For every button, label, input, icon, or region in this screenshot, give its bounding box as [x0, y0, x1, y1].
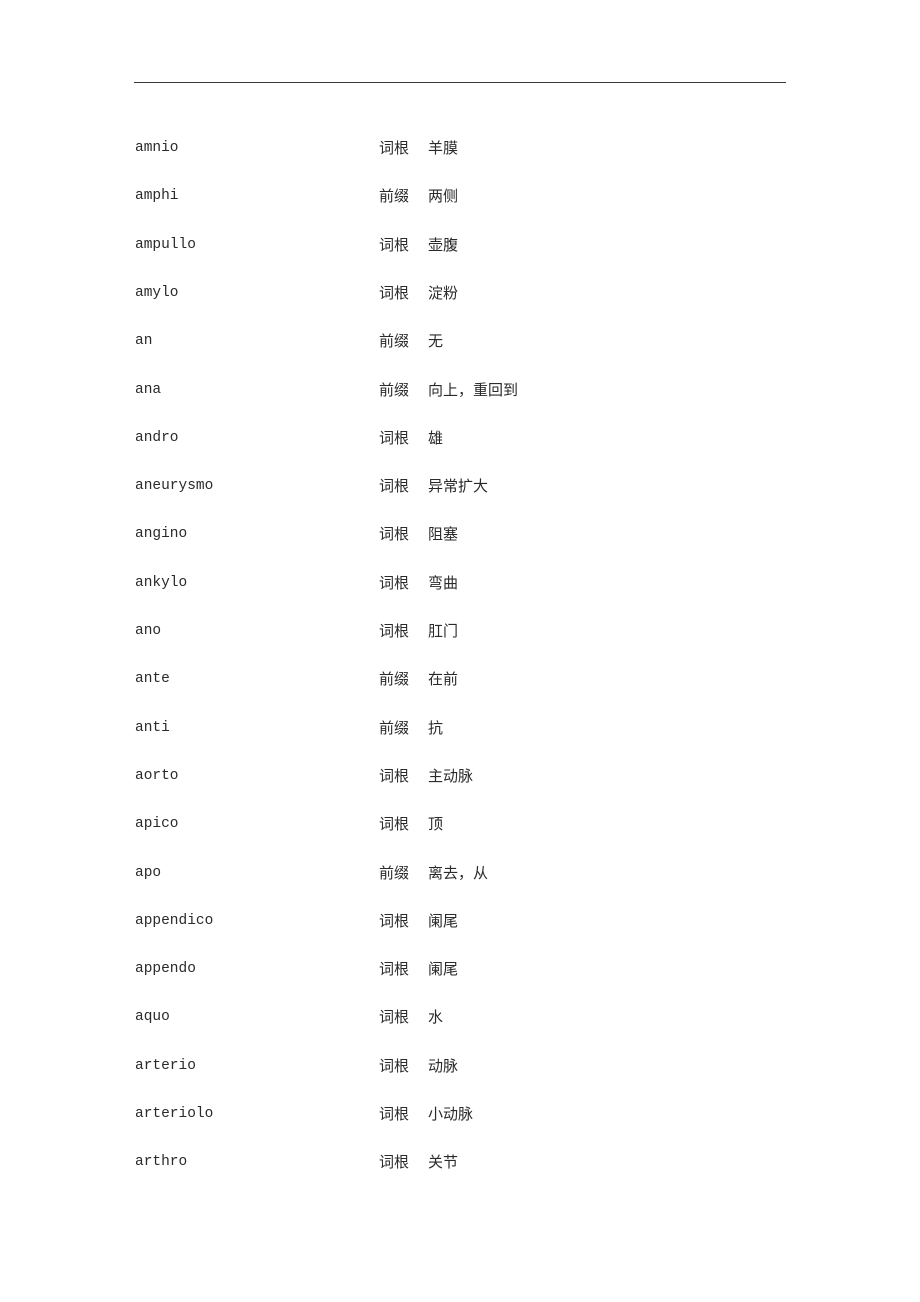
- entry-kind: 词根: [379, 525, 410, 544]
- list-item: ankylo 词根 弯曲: [0, 572, 920, 594]
- entry-kind: 词根: [379, 815, 410, 834]
- entry-term: apico: [135, 816, 179, 833]
- entry-term: angino: [135, 526, 188, 543]
- entry-term: ante: [135, 671, 170, 688]
- entry-meaning: 主动脉: [428, 766, 474, 785]
- list-item: angino 词根 阻塞: [0, 523, 920, 545]
- entry-kind: 词根: [379, 573, 410, 592]
- entry-kind: 词根: [379, 766, 410, 785]
- entry-term: amphi: [135, 188, 179, 205]
- entry-meaning: 无: [428, 332, 444, 351]
- entry-kind: 词根: [379, 283, 410, 302]
- entry-meaning: 阑尾: [428, 960, 459, 979]
- entry-kind: 词根: [379, 911, 410, 930]
- list-item: ante 前缀 在前: [0, 668, 920, 690]
- list-item: arteriolo 词根 小动脉: [0, 1103, 920, 1125]
- entry-kind: 词根: [379, 1153, 410, 1172]
- list-item: amphi 前缀 两侧: [0, 185, 920, 207]
- entry-kind: 词根: [379, 477, 410, 496]
- entry-meaning: 顶: [428, 815, 444, 834]
- list-item: an 前缀无: [0, 330, 920, 352]
- entry-kind: 词根: [379, 1105, 410, 1123]
- entry-meaning: 雄: [428, 428, 444, 447]
- entry-kind: 词根: [379, 960, 410, 979]
- list-item: andro 词根雄: [0, 427, 920, 449]
- header-rule: [134, 82, 786, 83]
- entry-term: arterio: [135, 1057, 196, 1074]
- entry-term: anti: [135, 719, 170, 736]
- list-item: ano 词根 肛门: [0, 620, 920, 642]
- entry-kind: 词根: [379, 1008, 410, 1027]
- entry-meaning: 关节: [428, 1153, 459, 1172]
- list-item: appendo 词根 阑尾: [0, 958, 920, 980]
- list-item: anti 前缀抗: [0, 717, 920, 739]
- entry-meaning: 离去，从: [428, 863, 489, 882]
- entry-term: arthro: [135, 1154, 188, 1171]
- entry-kind: 词根: [379, 139, 410, 157]
- entry-term: an: [135, 333, 153, 350]
- entry-kind: 前缀: [379, 863, 410, 882]
- entry-kind: 词根: [379, 235, 410, 254]
- entry-meaning: 小动脉: [428, 1105, 474, 1123]
- entry-term: aneurysmo: [135, 478, 214, 495]
- entry-meaning: 羊膜: [428, 139, 459, 157]
- entry-meaning: 水: [428, 1008, 444, 1027]
- entry-kind: 词根: [379, 428, 410, 447]
- list-item: arthro 词根 关节: [0, 1151, 920, 1173]
- entry-meaning: 肛门: [428, 622, 459, 640]
- entry-meaning: 抗: [428, 718, 444, 737]
- entry-term: appendico: [135, 912, 214, 929]
- list-item: apico 词根顶: [0, 813, 920, 835]
- list-item: amnio 词根 羊膜: [0, 137, 920, 159]
- entry-kind: 词根: [379, 1056, 410, 1075]
- entry-meaning: 淀粉: [428, 283, 459, 302]
- entry-term: arteriolo: [135, 1106, 214, 1122]
- entry-kind: 词根: [379, 622, 410, 640]
- list-item: arterio 词根 动脉: [0, 1055, 920, 1077]
- entry-term: ana: [135, 381, 162, 398]
- entry-term: appendo: [135, 961, 196, 978]
- list-item: aquo 词根水: [0, 1006, 920, 1028]
- entry-kind: 前缀: [379, 187, 410, 206]
- entry-term: apo: [135, 864, 162, 881]
- entry-meaning: 弯曲: [428, 573, 459, 592]
- list-item: amylo 词根 淀粉: [0, 282, 920, 304]
- entry-meaning: 向上，重回到: [428, 380, 519, 399]
- entry-meaning: 壶腹: [428, 235, 459, 254]
- entry-term: ampullo: [135, 236, 196, 253]
- list-item: aneurysmo 词根 异常扩大: [0, 475, 920, 497]
- entry-meaning: 在前: [428, 670, 459, 689]
- entry-meaning: 异常扩大: [428, 477, 489, 496]
- entry-meaning: 阑尾: [428, 911, 459, 930]
- list-item: ampullo 词根 壶腹: [0, 234, 920, 256]
- entry-kind: 前缀: [379, 670, 410, 689]
- entry-kind: 前缀: [379, 380, 410, 399]
- entry-term: amnio: [135, 140, 179, 156]
- list-item: ana 前缀 向上，重回到: [0, 379, 920, 401]
- entry-term: amylo: [135, 284, 179, 301]
- entry-meaning: 两侧: [428, 187, 459, 206]
- entry-kind: 前缀: [379, 718, 410, 737]
- list-item: aorto 词根 主动脉: [0, 765, 920, 787]
- entry-term: ankylo: [135, 574, 188, 591]
- entry-term: ano: [135, 623, 162, 639]
- entry-term: aorto: [135, 767, 179, 784]
- entry-term: aquo: [135, 1009, 170, 1026]
- entry-meaning: 阻塞: [428, 525, 459, 544]
- list-item: apo 前缀 离去，从: [0, 862, 920, 884]
- list-item: appendico 词根 阑尾: [0, 910, 920, 932]
- entry-kind: 前缀: [379, 332, 410, 351]
- entry-term: andro: [135, 429, 179, 446]
- entry-meaning: 动脉: [428, 1056, 459, 1075]
